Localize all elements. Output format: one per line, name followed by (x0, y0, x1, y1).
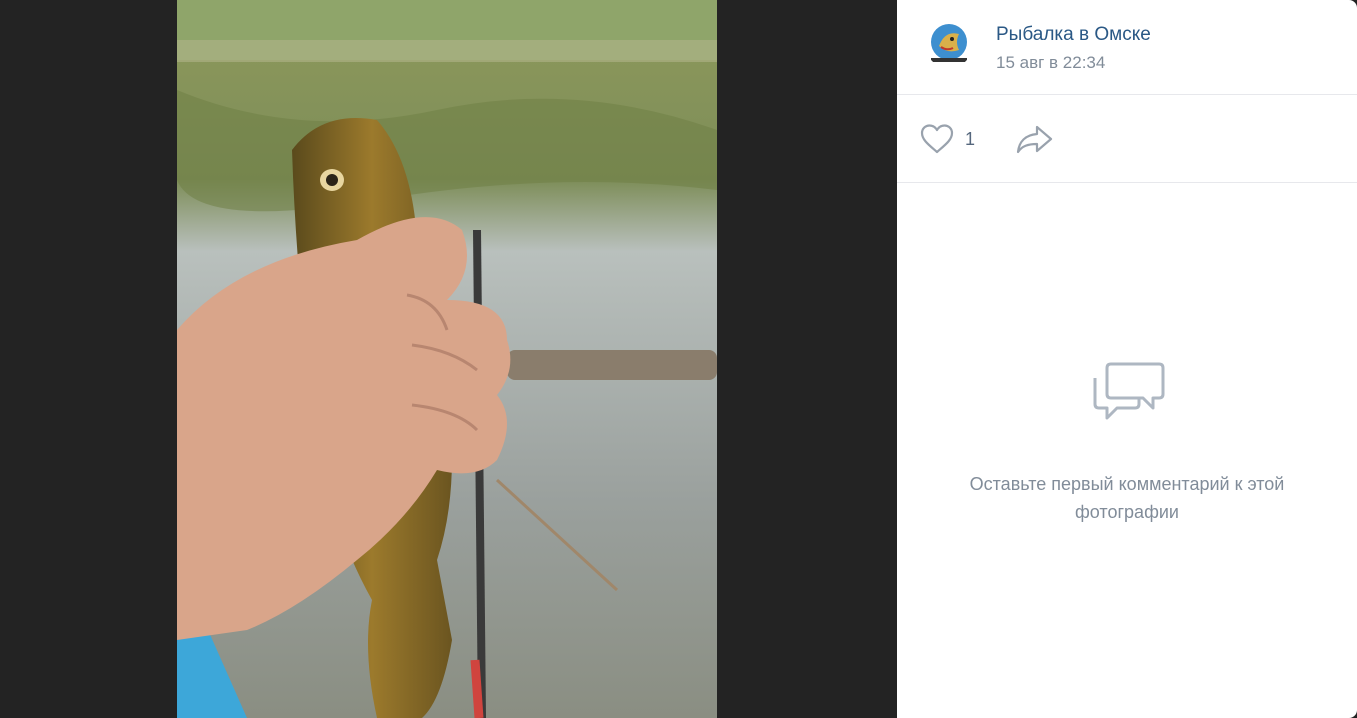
comments-icon (1093, 362, 1165, 420)
photo[interactable] (177, 0, 717, 718)
comments-empty-state: Оставьте первый комментарий к этой фотог… (897, 360, 1357, 526)
side-panel: Рыбалка в Омске 15 авг в 22:34 1 Оставьт (897, 0, 1357, 718)
avatar[interactable] (925, 20, 973, 68)
share-icon (1016, 125, 1053, 154)
like-button[interactable]: 1 (919, 122, 989, 156)
post-header: Рыбалка в Омске 15 авг в 22:34 (897, 0, 1357, 95)
author-name[interactable]: Рыбалка в Омске (996, 24, 1151, 46)
comments-empty-text: Оставьте первый комментарий к этой фотог… (969, 474, 1285, 522)
photo-viewer: Рыбалка в Омске 15 авг в 22:34 1 Оставьт (0, 0, 1357, 718)
like-count: 1 (965, 128, 976, 149)
post-actions: 1 (897, 95, 1357, 183)
post-date[interactable]: 15 авг в 22:34 (996, 53, 1105, 73)
share-button[interactable] (1015, 122, 1055, 156)
photo-area[interactable] (0, 0, 897, 718)
fish-photo-image (177, 0, 717, 718)
fish-logo-icon (925, 20, 973, 68)
heart-icon (920, 124, 954, 154)
